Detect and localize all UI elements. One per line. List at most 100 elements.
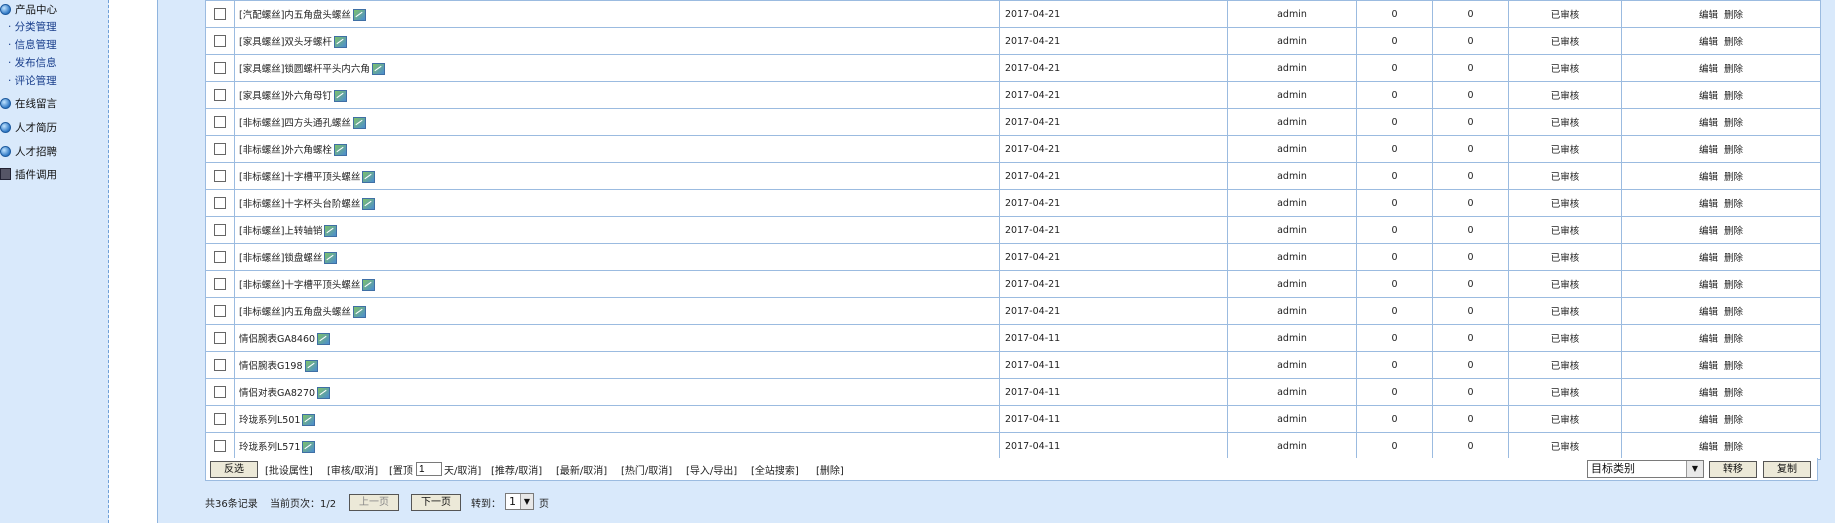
edit-link[interactable]: 编辑 — [1699, 172, 1718, 183]
product-title-link[interactable]: [非标螺丝]十字杯头台阶螺丝 — [239, 199, 360, 210]
action-site-search[interactable]: [全站搜索] — [751, 462, 799, 477]
row-checkbox[interactable] — [214, 224, 226, 236]
edit-link[interactable]: 编辑 — [1699, 253, 1718, 264]
edit-link[interactable]: 编辑 — [1699, 10, 1718, 21]
product-title-link[interactable]: 情侣腕表G198 — [239, 361, 303, 372]
product-title-link[interactable]: 玲珑系列L571 — [239, 442, 300, 453]
delete-link[interactable]: 删除 — [1724, 226, 1743, 237]
row-checkbox[interactable] — [214, 251, 226, 263]
sidebar-group-plugins[interactable]: 插件调用 — [0, 167, 57, 183]
row-checkbox[interactable] — [214, 8, 226, 20]
edit-link[interactable]: 编辑 — [1699, 280, 1718, 291]
product-title-link[interactable]: [非标螺丝]四方头通孔螺丝 — [239, 118, 351, 129]
sidebar-group-resumes[interactable]: 人才简历 — [0, 120, 57, 136]
delete-link[interactable]: 删除 — [1724, 64, 1743, 75]
action-batch-attrs[interactable]: [批设属性] — [265, 462, 313, 477]
edit-link[interactable]: 编辑 — [1699, 199, 1718, 210]
edit-link[interactable]: 编辑 — [1699, 334, 1718, 345]
row-checkbox[interactable] — [214, 278, 226, 290]
delete-link[interactable]: 删除 — [1724, 334, 1743, 345]
product-title-link[interactable]: 情侣对表GA8270 — [239, 388, 315, 399]
sidebar-item-info[interactable]: · 信息管理 — [8, 37, 57, 53]
edit-link[interactable]: 编辑 — [1699, 118, 1718, 129]
product-title-link[interactable]: [非标螺丝]十字槽平顶头螺丝 — [239, 172, 360, 183]
row-checkbox[interactable] — [214, 170, 226, 182]
product-title-link[interactable]: [非标螺丝]十字槽平顶头螺丝 — [239, 280, 360, 291]
row-checkbox[interactable] — [214, 89, 226, 101]
delete-link[interactable]: 删除 — [1724, 388, 1743, 399]
row-checkbox[interactable] — [214, 62, 226, 74]
sidebar-group-messages[interactable]: 在线留言 — [0, 96, 57, 112]
product-title-link[interactable]: [家具螺丝]锁圆螺杆平头内六角 — [239, 64, 370, 75]
sidebar-group-recruit[interactable]: 人才招聘 — [0, 144, 57, 160]
delete-link[interactable]: 删除 — [1724, 253, 1743, 264]
delete-link[interactable]: 删除 — [1724, 145, 1743, 156]
action-audit[interactable]: [审核/取消] — [327, 462, 378, 477]
delete-link[interactable]: 删除 — [1724, 199, 1743, 210]
sidebar-item-publish[interactable]: · 发布信息 — [8, 55, 57, 71]
action-hot[interactable]: [热门/取消] — [621, 462, 672, 477]
product-title-link[interactable]: [非标螺丝]上转轴销 — [239, 226, 322, 237]
delete-link[interactable]: 删除 — [1724, 280, 1743, 291]
actions-cell: 编辑 删除 — [1621, 405, 1821, 433]
row-checkbox[interactable] — [214, 35, 226, 47]
prev-page-button[interactable]: 上一页 — [349, 494, 399, 511]
product-title-link[interactable]: 情侣腕表GA8460 — [239, 334, 315, 345]
sidebar-item-comments[interactable]: · 评论管理 — [8, 73, 57, 89]
row-checkbox[interactable] — [214, 116, 226, 128]
edit-link[interactable]: 编辑 — [1699, 145, 1718, 156]
row-checkbox[interactable] — [214, 197, 226, 209]
status-cell: 已审核 — [1508, 324, 1622, 352]
edit-link[interactable]: 编辑 — [1699, 91, 1718, 102]
product-title-link[interactable]: 玲珑系列L501 — [239, 415, 300, 426]
delete-link[interactable]: 删除 — [1724, 118, 1743, 129]
product-title-link[interactable]: [非标螺丝]内五角盘头螺丝 — [239, 307, 351, 318]
delete-link[interactable]: 删除 — [1724, 10, 1743, 21]
copy-button[interactable]: 复制 — [1763, 461, 1811, 478]
delete-link[interactable]: 删除 — [1724, 172, 1743, 183]
action-newest[interactable]: [最新/取消] — [556, 462, 607, 477]
status-cell: 已审核 — [1508, 405, 1622, 433]
edit-link[interactable]: 编辑 — [1699, 442, 1718, 453]
edit-link[interactable]: 编辑 — [1699, 64, 1718, 75]
row-checkbox[interactable] — [214, 440, 226, 452]
product-title-link[interactable]: [汽配螺丝]内五角盘头螺丝 — [239, 10, 351, 21]
edit-link[interactable]: 编辑 — [1699, 226, 1718, 237]
row-checkbox[interactable] — [214, 413, 226, 425]
row-checkbox[interactable] — [214, 386, 226, 398]
edit-link[interactable]: 编辑 — [1699, 388, 1718, 399]
next-page-button[interactable]: 下一页 — [411, 494, 461, 511]
delete-link[interactable]: 删除 — [1724, 361, 1743, 372]
author-cell: admin — [1227, 297, 1357, 325]
row-checkbox[interactable] — [214, 359, 226, 371]
row-checkbox[interactable] — [214, 305, 226, 317]
product-title-link[interactable]: [家具螺丝]双头牙螺杆 — [239, 37, 332, 48]
edit-link[interactable]: 编辑 — [1699, 415, 1718, 426]
product-title-link[interactable]: [非标螺丝]锁盘螺丝 — [239, 253, 322, 264]
action-pin[interactable]: [置顶 — [389, 462, 413, 477]
product-title-link[interactable]: [非标螺丝]外六角螺栓 — [239, 145, 332, 156]
product-title-link[interactable]: [家具螺丝]外六角母钉 — [239, 91, 332, 102]
pin-days-input[interactable] — [416, 462, 442, 476]
delete-link[interactable]: 删除 — [1724, 37, 1743, 48]
edit-link[interactable]: 编辑 — [1699, 307, 1718, 318]
action-recommend[interactable]: [推荐/取消] — [491, 462, 542, 477]
page-select[interactable]: 1 ▼ — [505, 493, 534, 510]
delete-link[interactable]: 删除 — [1724, 415, 1743, 426]
delete-link[interactable]: 删除 — [1724, 307, 1743, 318]
target-category-select[interactable]: 目标类别 ▼ — [1587, 460, 1704, 478]
sidebar-item-category[interactable]: · 分类管理 — [8, 19, 57, 35]
action-pin-cancel[interactable]: 天/取消] — [444, 462, 481, 477]
action-delete[interactable]: [删除] — [816, 462, 844, 477]
delete-link[interactable]: 删除 — [1724, 91, 1743, 102]
edit-link[interactable]: 编辑 — [1699, 361, 1718, 372]
sidebar-group-product[interactable]: 产品中心 — [0, 2, 57, 18]
invert-selection-button[interactable]: 反选 — [210, 461, 258, 478]
action-import-export[interactable]: [导入/导出] — [686, 462, 737, 477]
move-button[interactable]: 转移 — [1709, 461, 1757, 478]
row-checkbox[interactable] — [214, 143, 226, 155]
row-checkbox[interactable] — [214, 332, 226, 344]
delete-link[interactable]: 删除 — [1724, 442, 1743, 453]
date-cell: 2017-04-21 — [999, 297, 1228, 325]
edit-link[interactable]: 编辑 — [1699, 37, 1718, 48]
